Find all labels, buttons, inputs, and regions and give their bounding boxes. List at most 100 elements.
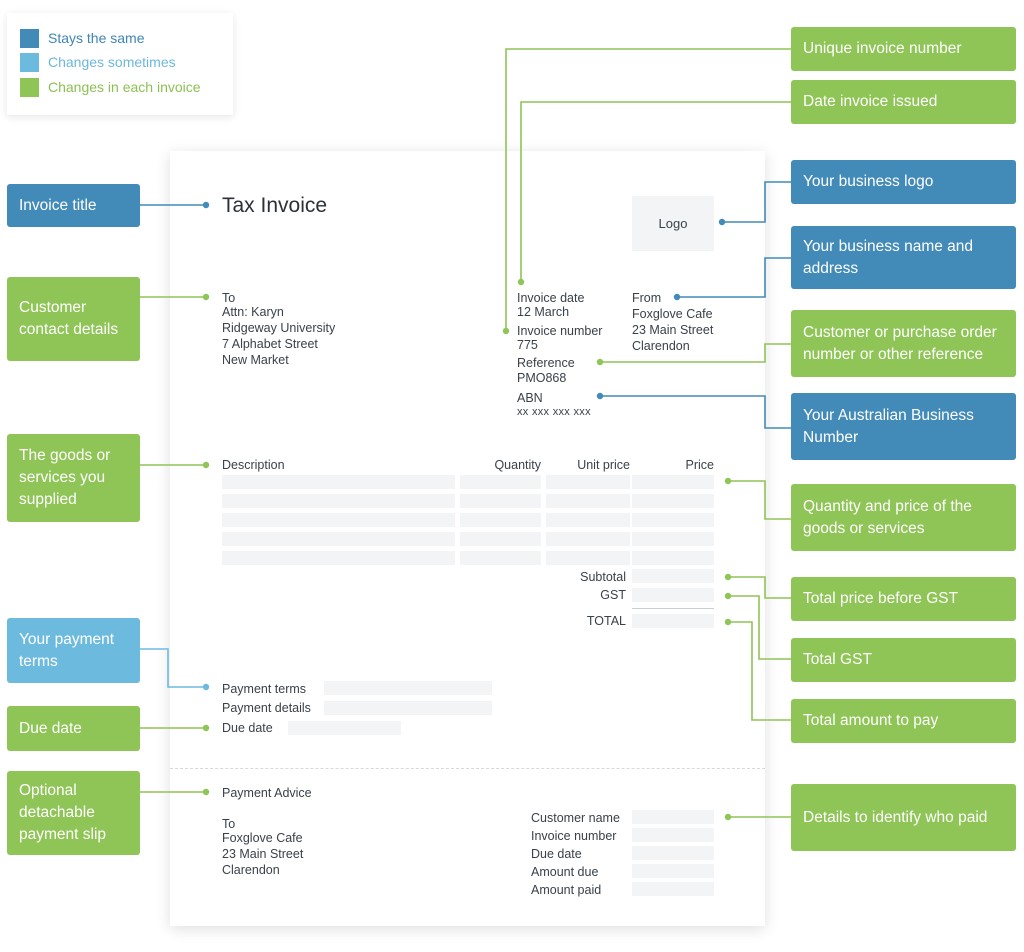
callout-label: Customer or purchase order number or oth… <box>803 323 997 363</box>
callout-label: Your Australian Business Number <box>803 406 974 446</box>
callout-date-issued: Date invoice issued <box>791 80 1016 124</box>
callout-unique-invoice-number: Unique invoice number <box>791 27 1016 71</box>
legend-label: Changes in each invoice <box>48 79 201 95</box>
reference-label: Reference <box>517 356 575 370</box>
column-header-description: Description <box>222 458 285 472</box>
to-line: New Market <box>222 353 289 367</box>
callout-total-amount: Total amount to pay <box>791 699 1016 743</box>
total-divider <box>632 608 714 609</box>
table-cell[interactable] <box>546 513 630 527</box>
callout-label: Quantity and price of the goods or servi… <box>803 497 972 537</box>
advice-field-label: Customer name <box>531 811 620 825</box>
advice-field-label: Invoice number <box>531 829 617 843</box>
advice-field-input[interactable] <box>632 864 714 878</box>
gst-field[interactable] <box>632 588 714 602</box>
table-cell[interactable] <box>632 494 714 508</box>
due-date-field[interactable] <box>288 721 401 735</box>
advice-field-label: Due date <box>531 847 582 861</box>
table-cell[interactable] <box>632 551 714 565</box>
from-heading: From <box>632 291 662 305</box>
reference-value: PMO868 <box>517 371 567 385</box>
legend-swatch <box>20 28 39 48</box>
column-header-quantity: Quantity <box>494 458 541 472</box>
legend-swatch <box>20 52 39 72</box>
legend-item-stays-same: Stays the same <box>20 28 145 48</box>
table-cell[interactable] <box>222 551 455 565</box>
callout-label: Optional detachable payment slip <box>19 782 107 843</box>
callout-invoice-title: Invoice title <box>7 184 140 227</box>
callout-label: The goods or services you supplied <box>19 447 111 508</box>
advice-field-label: Amount paid <box>531 883 602 897</box>
advice-field-input[interactable] <box>632 810 714 824</box>
table-cell[interactable] <box>222 494 455 508</box>
total-label: TOTAL <box>586 614 626 628</box>
table-cell[interactable] <box>222 475 455 489</box>
from-line: Clarendon <box>632 339 690 353</box>
invoice-title: Tax Invoice <box>222 194 328 217</box>
tear-off-divider <box>170 768 765 769</box>
callout-label: Your business logo <box>803 173 934 190</box>
table-cell[interactable] <box>546 475 630 489</box>
table-cell[interactable] <box>460 532 541 546</box>
table-cell[interactable] <box>222 532 455 546</box>
advice-to-line: 23 Main Street <box>222 847 304 861</box>
callout-subtotal: Total price before GST <box>791 577 1016 621</box>
logo-placeholder: Logo <box>632 196 714 251</box>
table-cell[interactable] <box>546 551 630 565</box>
table-cell[interactable] <box>632 475 714 489</box>
invoice-number-value: 775 <box>517 338 538 352</box>
subtotal-label: Subtotal <box>580 570 626 584</box>
advice-field-input[interactable] <box>632 828 714 842</box>
callout-label: Your payment terms <box>19 630 115 670</box>
table-cell[interactable] <box>546 494 630 508</box>
table-cell[interactable] <box>460 551 541 565</box>
due-date-label: Due date <box>222 721 273 735</box>
abn-value: xx xxx xxx xxx <box>517 406 591 418</box>
subtotal-field[interactable] <box>632 569 714 583</box>
to-line: Ridgeway University <box>222 321 336 335</box>
logo-label: Logo <box>658 216 688 231</box>
column-header-price: Price <box>685 458 714 472</box>
table-cell[interactable] <box>632 513 714 527</box>
callout-payment-slip: Optional detachable payment slip <box>7 771 140 855</box>
callout-label: Total GST <box>803 651 872 668</box>
legend-item-changes-each: Changes in each invoice <box>20 77 201 97</box>
from-line: Foxglove Cafe <box>632 307 713 321</box>
callout-business-logo: Your business logo <box>791 160 1016 204</box>
from-line: 23 Main Street <box>632 323 714 337</box>
callout-due-date: Due date <box>7 706 140 751</box>
callout-label: Date invoice issued <box>803 93 938 110</box>
legend-item-changes-sometimes: Changes sometimes <box>20 52 176 72</box>
to-line: 7 Alphabet Street <box>222 337 318 351</box>
total-field[interactable] <box>632 614 714 628</box>
advice-to-line: Clarendon <box>222 863 280 877</box>
invoice-date-value: 12 March <box>517 305 570 319</box>
callout-label: Customer contact details <box>19 299 119 338</box>
payment-terms-label: Payment terms <box>222 682 307 696</box>
column-header-unit-price: Unit price <box>577 458 630 472</box>
legend: Stays the same Changes sometimes Changes… <box>7 13 233 115</box>
payment-details-label: Payment details <box>222 701 311 715</box>
callout-customer-contact: Customer contact details <box>7 277 140 361</box>
callout-payment-terms: Your payment terms <box>7 618 140 683</box>
callout-goods-services: The goods or services you supplied <box>7 434 140 522</box>
callout-label: Total price before GST <box>803 590 959 607</box>
gst-label: GST <box>600 588 626 602</box>
table-cell[interactable] <box>460 513 541 527</box>
table-cell[interactable] <box>460 494 541 508</box>
table-cell[interactable] <box>460 475 541 489</box>
callout-label: Invoice title <box>19 196 97 214</box>
callout-who-paid: Details to identify who paid <box>791 784 1016 851</box>
legend-label: Changes sometimes <box>48 54 176 70</box>
payment-terms-field[interactable] <box>324 681 492 695</box>
payment-details-field[interactable] <box>324 701 492 715</box>
table-cell[interactable] <box>546 532 630 546</box>
advice-field-input[interactable] <box>632 846 714 860</box>
table-cell[interactable] <box>632 532 714 546</box>
callout-business-name-address: Your business name and address <box>791 226 1016 289</box>
legend-swatch <box>20 77 39 97</box>
table-cell[interactable] <box>222 513 455 527</box>
callout-label: Details to identify who paid <box>803 808 988 826</box>
callout-label: Unique invoice number <box>803 40 962 57</box>
advice-field-input[interactable] <box>632 882 714 896</box>
